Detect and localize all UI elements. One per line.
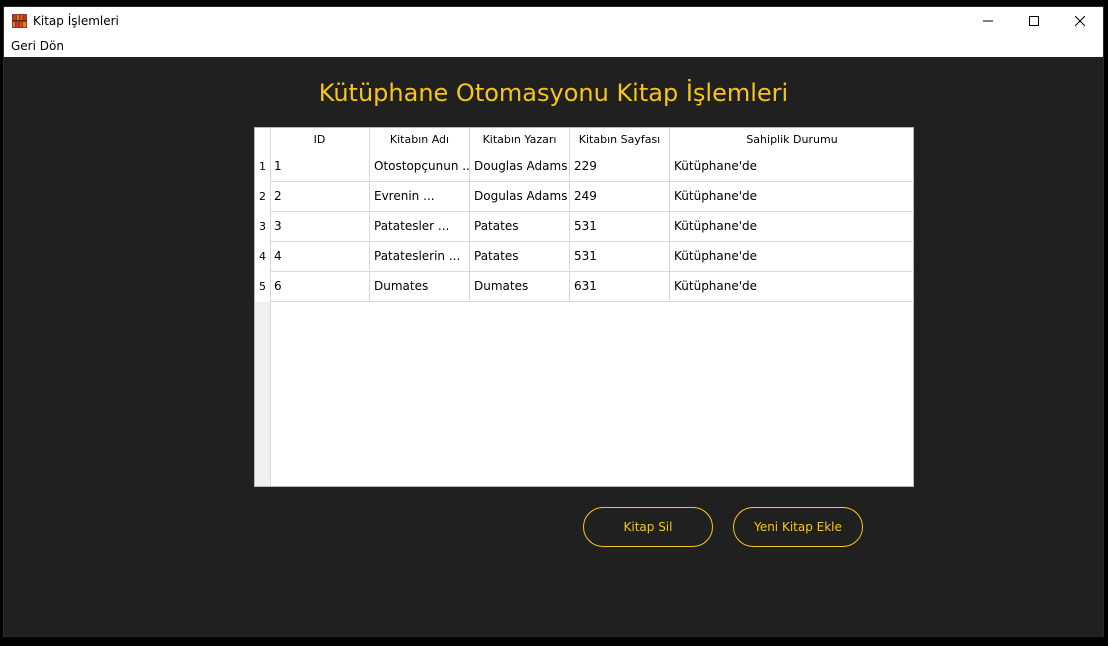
minimize-button[interactable]: [965, 7, 1011, 35]
cell-author[interactable]: Dogulas Adams: [470, 182, 570, 212]
cell-id[interactable]: 3: [270, 212, 370, 242]
books-table[interactable]: ID Kitabın Adı Kitabın Yazarı Kitabın Sa…: [254, 127, 914, 487]
cell-pages[interactable]: 229: [570, 152, 670, 182]
minimize-icon: [983, 20, 993, 22]
window-title: Kitap İşlemleri: [33, 14, 119, 28]
table-row[interactable]: 3 3 Patatesler ... Patates 531 Kütüphane…: [255, 212, 914, 242]
cell-id[interactable]: 6: [270, 272, 370, 302]
table-row[interactable]: 2 2 Evrenin ... Dogulas Adams 249 Kütüph…: [255, 182, 914, 212]
cell-title[interactable]: Patateslerin ...: [370, 242, 470, 272]
column-header-id[interactable]: ID: [270, 128, 370, 152]
row-number[interactable]: 1: [255, 152, 270, 182]
column-header-title[interactable]: Kitabın Adı: [370, 128, 470, 152]
cell-id[interactable]: 2: [270, 182, 370, 212]
cell-status[interactable]: Kütüphane'de: [670, 272, 914, 302]
table-corner: [255, 128, 271, 152]
cell-id[interactable]: 1: [270, 152, 370, 182]
title-bar: Kitap İşlemleri: [4, 7, 1103, 35]
column-header-status[interactable]: Sahiplik Durumu: [670, 128, 914, 152]
cell-pages[interactable]: 631: [570, 272, 670, 302]
bookshelf-icon: [12, 14, 27, 28]
cell-title[interactable]: Evrenin ...: [370, 182, 470, 212]
main-window: Kitap İşlemleri Geri Dön Kütüphane Otoma…: [3, 6, 1104, 637]
page-title: Kütüphane Otomasyonu Kitap İşlemleri: [318, 79, 789, 107]
table-row[interactable]: 1 1 Otostopçunun ... Douglas Adams 229 K…: [255, 152, 914, 182]
back-menu-item[interactable]: Geri Dön: [11, 39, 64, 53]
column-header-author[interactable]: Kitabın Yazarı: [470, 128, 570, 152]
menu-bar: Geri Dön: [4, 35, 1103, 57]
row-number[interactable]: 4: [255, 242, 270, 272]
cell-pages[interactable]: 531: [570, 242, 670, 272]
column-header-pages[interactable]: Kitabın Sayfası: [570, 128, 670, 152]
row-number[interactable]: 3: [255, 212, 270, 242]
table-row[interactable]: 4 4 Patateslerin ... Patates 531 Kütüpha…: [255, 242, 914, 272]
cell-status[interactable]: Kütüphane'de: [670, 152, 914, 182]
maximize-icon: [1029, 16, 1039, 26]
table-row[interactable]: 5 6 Dumates Dumates 631 Kütüphane'de: [255, 272, 914, 302]
cell-id[interactable]: 4: [270, 242, 370, 272]
row-number[interactable]: 2: [255, 182, 270, 212]
close-button[interactable]: [1057, 7, 1103, 35]
cell-author[interactable]: Patates: [470, 212, 570, 242]
cell-status[interactable]: Kütüphane'de: [670, 182, 914, 212]
cell-pages[interactable]: 531: [570, 212, 670, 242]
maximize-button[interactable]: [1011, 7, 1057, 35]
close-icon: [1075, 16, 1085, 26]
cell-status[interactable]: Kütüphane'de: [670, 242, 914, 272]
cell-author[interactable]: Patates: [470, 242, 570, 272]
row-number[interactable]: 5: [255, 272, 270, 302]
cell-author[interactable]: Douglas Adams: [470, 152, 570, 182]
add-book-button[interactable]: Yeni Kitap Ekle: [733, 507, 863, 547]
cell-title[interactable]: Otostopçunun ...: [370, 152, 470, 182]
cell-pages[interactable]: 249: [570, 182, 670, 212]
cell-author[interactable]: Dumates: [470, 272, 570, 302]
cell-status[interactable]: Kütüphane'de: [670, 212, 914, 242]
cell-title[interactable]: Patatesler ...: [370, 212, 470, 242]
delete-book-button[interactable]: Kitap Sil: [583, 507, 713, 547]
cell-title[interactable]: Dumates: [370, 272, 470, 302]
